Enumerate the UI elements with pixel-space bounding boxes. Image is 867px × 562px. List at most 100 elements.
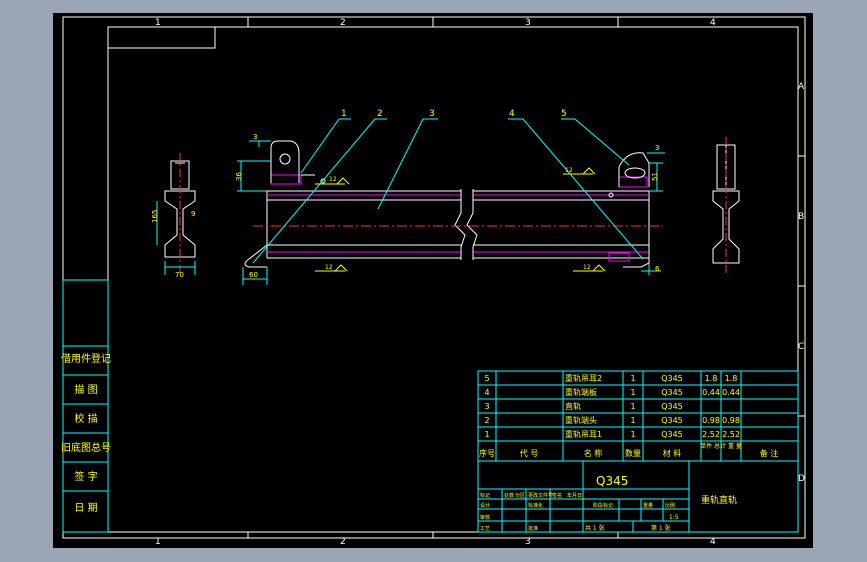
- right-side-view: [712, 137, 740, 273]
- weld-label-a: 12: [329, 176, 337, 183]
- drawing-window: 1 2 3 4 1 2 3 4 A B C D 借用件登记 描 图 校 描 旧底…: [0, 0, 867, 562]
- title-sheet-info: 共 1 张: [585, 524, 605, 532]
- bom-material: Q345: [661, 402, 683, 411]
- weld-label-c: 12: [565, 167, 573, 174]
- inner-border: [107, 26, 799, 533]
- bom-no: 1: [484, 430, 489, 439]
- dim-right-top: 3: [655, 144, 659, 152]
- dimension-lines: [237, 140, 665, 285]
- dim-left-height: 36: [235, 172, 243, 181]
- right-lug: [608, 152, 650, 198]
- main-view: 1 2 3 4 5 3 36 60 3 51 6 12 12 12 12: [235, 109, 665, 285]
- bom-w1: 0.98: [702, 416, 720, 425]
- dim-right-bottom: 6: [655, 265, 660, 273]
- record-old-number: 旧底图总号: [61, 441, 111, 454]
- zone-col-4-bottom: 4: [710, 537, 716, 547]
- bom-name: 重轨端头: [565, 415, 597, 425]
- dim-right-height: 51: [651, 172, 659, 181]
- title-label: 标记: [480, 492, 490, 499]
- rail-right-half: [467, 190, 650, 259]
- bom-name: 直轨: [565, 401, 581, 411]
- bom-name: 重轨端板: [565, 387, 597, 397]
- zone-col-1-top: 1: [155, 18, 161, 28]
- rail-left-half: [266, 190, 467, 259]
- zone-col-3-top: 3: [525, 18, 531, 28]
- bom-material: Q345: [661, 416, 683, 425]
- zone-col-1-bottom: 1: [155, 537, 161, 547]
- title-label: 标准化: [528, 502, 543, 509]
- callout-5: 5: [561, 109, 567, 119]
- bom-header-material: 材 料: [663, 448, 682, 458]
- title-block-grid: [477, 460, 799, 533]
- zone-row-c: C: [798, 342, 804, 352]
- left-record-block: [62, 279, 109, 533]
- bom-no: 5: [484, 374, 489, 383]
- bom-name: 重轨吊耳2: [565, 373, 602, 383]
- title-scale: 1:5: [669, 514, 679, 521]
- zone-col-2-bottom: 2: [340, 537, 346, 547]
- record-tracing: 描 图: [74, 383, 97, 396]
- title-label: 更改文件号: [528, 492, 553, 499]
- bom-material: Q345: [661, 430, 683, 439]
- left-side-view: 165 9 70: [151, 153, 196, 279]
- bom-header-no: 序号: [479, 448, 495, 458]
- zone-row-b: B: [798, 212, 804, 222]
- bom-qty: 1: [630, 374, 635, 383]
- side-width: 70: [175, 271, 184, 279]
- bom-rows: 5 重轨吊耳2 1 Q345 1.8 1.8 4 重轨端板 1 Q345 0.4…: [484, 373, 739, 439]
- side-web: 9: [191, 210, 195, 218]
- bom-qty: 1: [630, 402, 635, 411]
- bom-header-qty: 数量: [625, 448, 641, 458]
- title-drawing-name: 重轨直轨: [701, 494, 737, 506]
- title-label: 设计: [480, 502, 490, 509]
- bom-no: 4: [484, 388, 489, 397]
- dim-left-top: 3: [253, 133, 257, 141]
- left-end-head: [244, 244, 268, 268]
- title-label: 分区: [515, 492, 525, 499]
- bom-w2: 1.8: [725, 374, 738, 383]
- bom-w2: 2.52: [722, 430, 740, 439]
- bom-w1: 2.52: [702, 430, 720, 439]
- corner-box: [108, 26, 216, 49]
- title-label: 批准: [528, 525, 538, 532]
- zone-col-2-top: 2: [340, 18, 346, 28]
- title-label: 处数: [504, 492, 514, 499]
- title-material: Q345: [596, 474, 628, 488]
- title-label: 审核: [480, 514, 490, 521]
- bom-w1: 0.44: [702, 388, 720, 397]
- record-date: 日 期: [74, 502, 97, 514]
- title-label: 比例: [665, 502, 675, 509]
- title-label: 年月日: [567, 492, 582, 499]
- weld-label-b: 12: [325, 264, 333, 271]
- dim-left-bottom: 60: [249, 271, 258, 279]
- record-check: 校 描: [74, 412, 97, 425]
- side-height: 165: [151, 210, 159, 223]
- callout-3: 3: [429, 109, 435, 119]
- left-lug: [270, 140, 326, 184]
- record-signature: 签 字: [74, 470, 97, 483]
- zone-row-d: D: [798, 474, 805, 484]
- title-label: 重量: [643, 502, 653, 509]
- bom-w2: 0.98: [722, 416, 740, 425]
- bom-w2: 0.44: [722, 388, 740, 397]
- right-end-plate: [623, 245, 650, 268]
- callout-1: 1: [341, 109, 347, 119]
- bom-qty: 1: [630, 416, 635, 425]
- weld-label-d: 12: [583, 264, 591, 271]
- title-label: 签名: [552, 492, 562, 499]
- zone-col-4-top: 4: [710, 18, 716, 28]
- bom-header: 序号 代 号 名 称 数量 材 料 单件 总计 重 量 备 注: [479, 442, 778, 458]
- bom-name: 重轨吊耳1: [565, 429, 602, 439]
- title-sheet-no: 第 1 张: [651, 524, 671, 532]
- bom-qty: 1: [630, 430, 635, 439]
- bom-grid: [477, 370, 799, 462]
- bom-no: 3: [484, 402, 489, 411]
- bom-header-code: 代 号: [520, 448, 539, 458]
- bom-w1: 1.8: [705, 374, 718, 383]
- bom-header-weight: 单件 总计 重 量: [700, 442, 742, 450]
- callout-4: 4: [509, 109, 515, 119]
- bom-no: 2: [484, 416, 489, 425]
- zone-row-a: A: [798, 82, 805, 92]
- drawing-sheet: 1 2 3 4 1 2 3 4 A B C D 借用件登记 描 图 校 描 旧底…: [53, 13, 813, 548]
- weld-symbols: [315, 167, 606, 272]
